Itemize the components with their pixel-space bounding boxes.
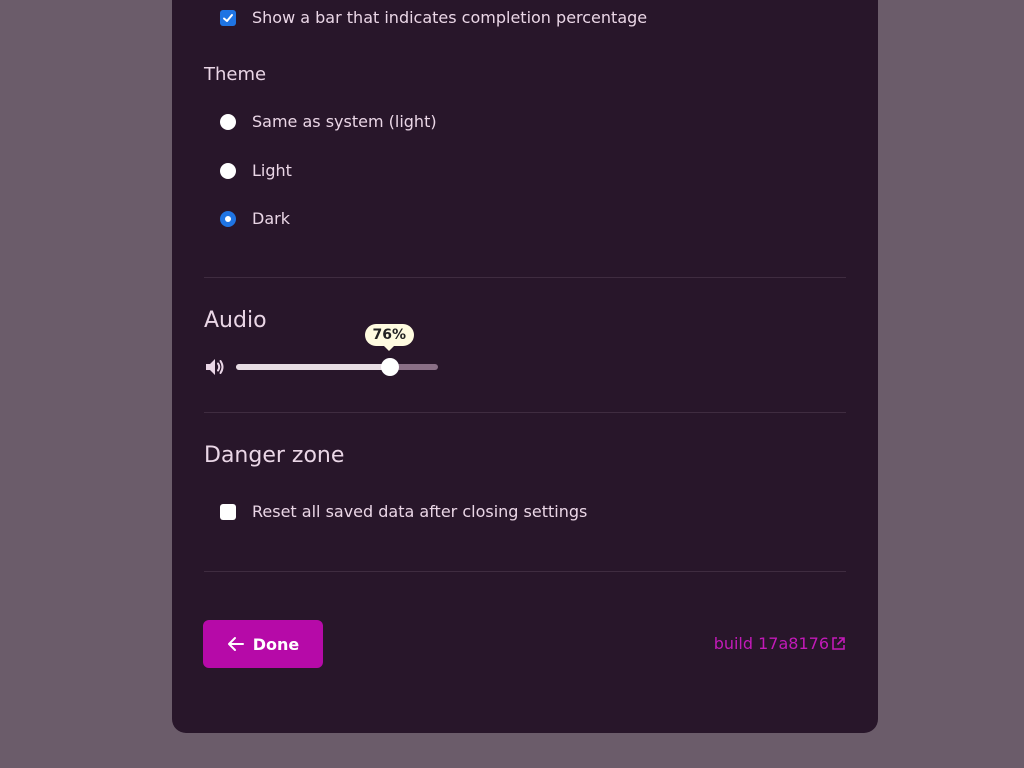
done-button[interactable]: Done [203, 620, 323, 668]
volume-slider[interactable]: 76% [236, 324, 438, 379]
speaker-icon[interactable] [204, 357, 226, 381]
section-divider [204, 412, 846, 413]
reset-data-label: Reset all saved data after closing setti… [252, 502, 588, 521]
audio-heading: Audio [204, 308, 267, 333]
section-divider [204, 277, 846, 278]
theme-option-dark[interactable]: Dark [220, 209, 290, 229]
volume-fill [236, 364, 390, 370]
completion-bar-option[interactable]: Show a bar that indicates completion per… [220, 8, 647, 28]
checkmark-icon [223, 14, 233, 22]
done-button-label: Done [252, 634, 300, 654]
theme-radio-dark[interactable] [220, 211, 236, 227]
arrow-left-icon [227, 637, 244, 651]
volume-tooltip: 76% [364, 324, 415, 351]
section-divider [204, 571, 846, 572]
theme-radio-system[interactable] [220, 114, 236, 130]
volume-track[interactable] [236, 364, 438, 370]
reset-data-checkbox[interactable] [220, 504, 236, 520]
theme-option-label: Light [252, 161, 292, 180]
reset-data-option[interactable]: Reset all saved data after closing setti… [220, 502, 587, 522]
theme-heading: Theme [204, 64, 267, 85]
external-link-icon [832, 637, 845, 650]
danger-zone-heading: Danger zone [204, 443, 345, 468]
build-link[interactable]: build 17a8176 [714, 634, 846, 653]
completion-bar-label: Show a bar that indicates completion per… [252, 8, 648, 27]
build-label: build 17a8176 [713, 634, 829, 653]
volume-thumb[interactable] [380, 358, 399, 376]
theme-option-light[interactable]: Light [220, 161, 292, 181]
theme-option-label: Dark [252, 209, 290, 228]
theme-option-system[interactable]: Same as system (light) [220, 112, 437, 132]
theme-radio-light[interactable] [220, 163, 236, 179]
settings-panel: Show a bar that indicates completion per… [172, 0, 878, 733]
theme-option-label: Same as system (light) [252, 112, 437, 131]
completion-bar-checkbox[interactable] [220, 10, 236, 26]
